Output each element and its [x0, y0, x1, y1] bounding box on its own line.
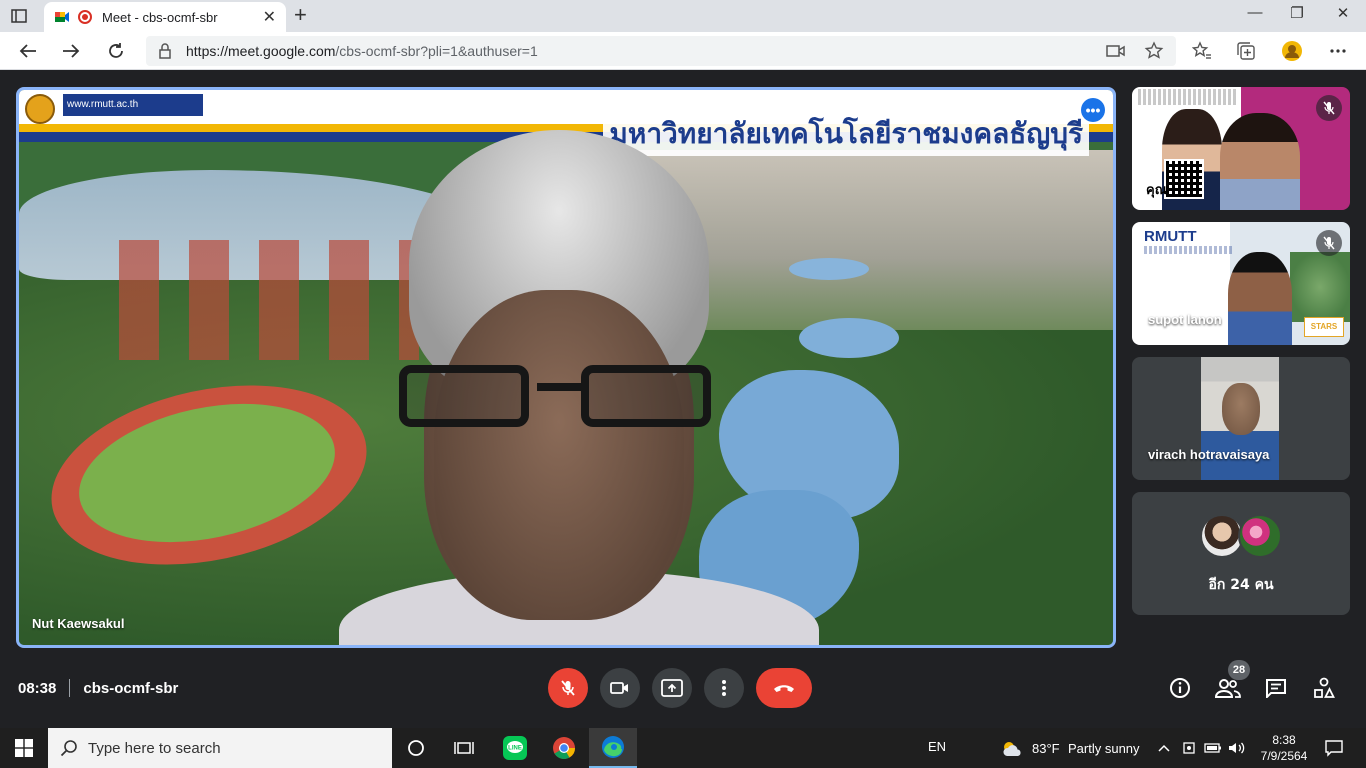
activities-icon	[1314, 677, 1335, 698]
camera-in-use-icon[interactable]	[1104, 40, 1128, 62]
meeting-time: 08:38	[18, 679, 57, 697]
chrome-icon	[553, 737, 575, 759]
meeting-code: cbs-ocmf-sbr	[83, 679, 179, 697]
main-video-tile[interactable]: www.rmutt.ac.th มหาวิทยาลัยเทคโนโลยีราชม…	[16, 87, 1116, 648]
close-window-button[interactable]: ✕	[1320, 4, 1366, 22]
meet-favicon-icon	[55, 12, 69, 22]
meeting-control-bar: 08:38 cbs-ocmf-sbr 28	[0, 660, 1366, 716]
participant-tile-1[interactable]: คุณ	[1132, 87, 1350, 210]
more-participants-label: อีก 24 คน	[1208, 577, 1274, 593]
chat-button[interactable]	[1262, 674, 1290, 702]
refresh-button[interactable]	[103, 39, 129, 63]
show-hidden-icons-icon[interactable]	[1155, 739, 1173, 757]
stars-badge: STARS	[1304, 317, 1344, 337]
camera-icon	[610, 682, 628, 694]
clock-time: 8:38	[1272, 733, 1296, 747]
task-view-icon	[454, 742, 474, 754]
more-participants-tile[interactable]: อีก 24 คน	[1132, 492, 1350, 615]
present-screen-button[interactable]	[652, 668, 692, 708]
participant-name: virach hotravaisaya	[1148, 447, 1270, 462]
participant-tile-2[interactable]: RMUTT STARS supot lanon	[1132, 222, 1350, 345]
people-count-badge: 28	[1228, 660, 1250, 680]
notifications-icon[interactable]	[1324, 738, 1344, 758]
system-clock[interactable]: 8:38 7/9/2564	[1254, 732, 1314, 764]
presenter-name: Nut Kaewsakul	[32, 616, 125, 631]
chrome-app-button[interactable]	[540, 728, 588, 768]
toggle-camera-button[interactable]	[600, 668, 640, 708]
leave-call-button[interactable]	[756, 668, 812, 708]
meet-present-tray-icon[interactable]	[1180, 739, 1198, 757]
add-favorite-icon[interactable]	[1142, 40, 1166, 62]
search-placeholder: Type here to search	[88, 739, 221, 757]
minimize-window-button[interactable]: —	[1232, 4, 1278, 21]
info-icon	[1170, 678, 1190, 698]
hang-up-icon	[774, 685, 794, 692]
battery-icon[interactable]	[1204, 739, 1222, 757]
browser-tab-strip: Meet - cbs-ocmf-sbr ✕ + — ❐ ✕	[0, 0, 1366, 32]
weather-description[interactable]: Partly sunny	[1068, 741, 1140, 756]
cortana-icon	[408, 740, 424, 756]
more-options-button[interactable]	[704, 668, 744, 708]
participant-overlay-text: คุณ	[1146, 183, 1167, 198]
weather-icon[interactable]	[1000, 739, 1024, 757]
task-view-button[interactable]	[440, 728, 488, 768]
new-tab-button[interactable]: +	[294, 4, 307, 26]
weather-temperature[interactable]: 83°F	[1032, 741, 1060, 756]
url-text: https://meet.google.com/cbs-ocmf-sbr?pli…	[186, 43, 538, 59]
collections-icon[interactable]	[1234, 40, 1258, 62]
browser-tab[interactable]: Meet - cbs-ocmf-sbr ✕	[44, 2, 286, 32]
meeting-details-button[interactable]	[1166, 674, 1194, 702]
search-icon	[60, 740, 77, 757]
recording-icon	[78, 10, 92, 24]
participant-name: supot lanon	[1148, 312, 1222, 327]
tab-actions-icon[interactable]	[8, 6, 30, 26]
browser-toolbar: https://meet.google.com/cbs-ocmf-sbr?pli…	[0, 32, 1366, 70]
people-icon	[1215, 679, 1241, 698]
close-tab-icon[interactable]: ✕	[263, 7, 276, 27]
address-bar[interactable]: https://meet.google.com/cbs-ocmf-sbr?pli…	[146, 36, 1176, 66]
windows-taskbar: Type here to search LINE EN 83°F Partly …	[0, 728, 1366, 768]
rmutt-logo: RMUTT	[1144, 228, 1197, 245]
svg-text:LINE: LINE	[508, 746, 522, 752]
participant-avatar	[1238, 514, 1282, 558]
edge-icon	[602, 736, 624, 758]
profile-avatar-icon[interactable]	[1280, 40, 1304, 62]
toggle-mic-button[interactable]	[548, 668, 588, 708]
muted-mic-icon	[1316, 95, 1342, 121]
meeting-info: 08:38 cbs-ocmf-sbr	[18, 679, 178, 697]
line-app-icon: LINE	[503, 736, 527, 760]
muted-mic-icon	[1316, 230, 1342, 256]
present-screen-icon	[661, 679, 683, 697]
participant-tile-3[interactable]: virach hotravaisaya	[1132, 357, 1350, 480]
url-path: /cbs-ocmf-sbr?pli=1&authuser=1	[335, 43, 538, 59]
input-language[interactable]: EN	[928, 739, 946, 754]
restore-window-button[interactable]: ❐	[1274, 4, 1320, 22]
lock-icon[interactable]	[158, 43, 172, 59]
banner-site: www.rmutt.ac.th	[63, 94, 203, 116]
url-host: https://meet.google.com	[186, 43, 336, 59]
forward-button[interactable]	[58, 39, 84, 63]
line-app-button[interactable]: LINE	[491, 728, 539, 768]
favorites-icon[interactable]	[1190, 40, 1214, 62]
cortana-button[interactable]	[392, 728, 440, 768]
more-vert-icon	[722, 680, 726, 696]
tile-more-options-button[interactable]: •••	[1081, 98, 1105, 122]
activities-button[interactable]	[1310, 674, 1338, 702]
clock-date: 7/9/2564	[1260, 749, 1308, 763]
qr-code-icon	[1164, 159, 1204, 199]
tab-title: Meet - cbs-ocmf-sbr	[102, 9, 218, 25]
taskbar-search-box[interactable]: Type here to search	[48, 728, 392, 768]
back-button[interactable]	[15, 39, 41, 63]
presenter-video	[339, 130, 819, 645]
browser-menu-icon[interactable]	[1326, 40, 1350, 62]
volume-icon[interactable]	[1228, 739, 1246, 757]
edge-app-button[interactable]	[589, 728, 637, 768]
windows-logo-icon	[15, 739, 33, 757]
start-button[interactable]	[0, 728, 48, 768]
mic-off-icon	[561, 680, 575, 696]
chat-icon	[1266, 679, 1286, 698]
university-seal-icon	[25, 94, 55, 124]
